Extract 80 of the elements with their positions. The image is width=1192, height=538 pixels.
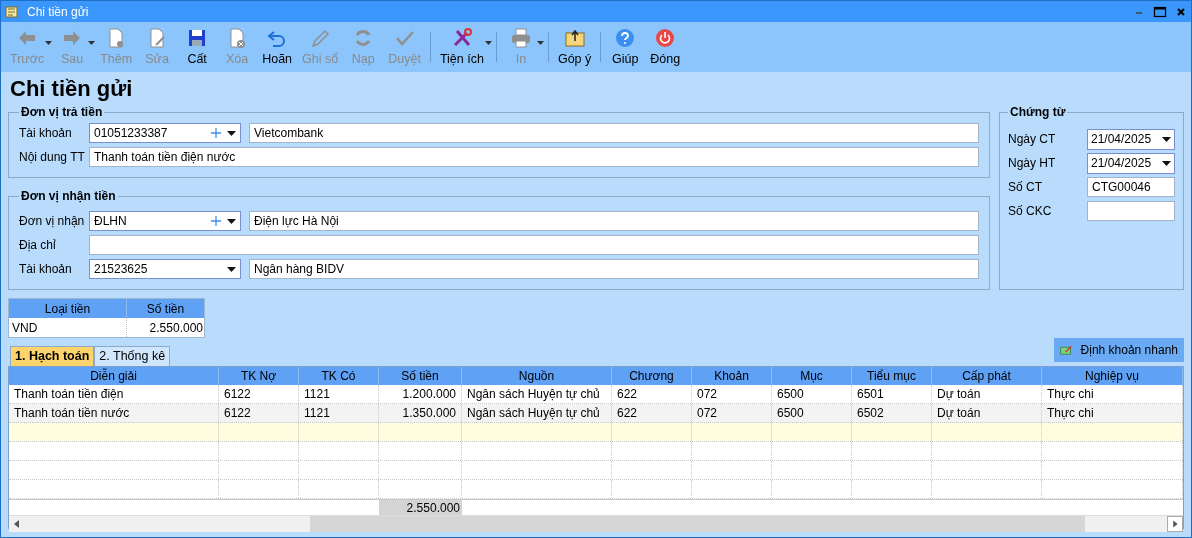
date-picker[interactable]: 21/04/2025 [1087, 152, 1175, 174]
group-title: Đơn vị nhận tiền [20, 188, 117, 205]
pencil-icon [309, 27, 332, 49]
toolbar-button[interactable]: Hoãn [257, 25, 298, 69]
text-field[interactable]: CTG00046 [1087, 177, 1175, 197]
toolbar-button[interactable]: Đóng [645, 25, 686, 69]
dropdown-caret-icon[interactable] [227, 218, 236, 224]
toolbar-button[interactable]: Tiện ích [434, 25, 489, 69]
group-title: Đơn vị trả tiền [20, 104, 104, 121]
dropdown-caret-icon[interactable] [1162, 136, 1171, 142]
table-cell: 622 [612, 385, 692, 403]
scrollbar-thumb[interactable] [310, 516, 1085, 532]
table-cell: Thanh toán tiền nước [9, 404, 219, 422]
table-cell: Ngân sách Huyện tự chủ [462, 385, 612, 403]
column-header: Loại tiền [9, 299, 127, 318]
field-label: Số CT [1008, 179, 1043, 196]
app-icon [5, 4, 19, 19]
dropdown-caret-icon[interactable] [1162, 160, 1171, 166]
date-picker[interactable]: 21/04/2025 [1087, 128, 1175, 150]
field-label: Tài khoản [19, 261, 73, 278]
table-cell: 1.350.000 [379, 404, 462, 422]
account-combo[interactable]: 01051233387 [89, 123, 241, 143]
table-cell: 1121 [299, 385, 379, 403]
account-combo[interactable]: 21523625 [89, 259, 241, 279]
help-icon [614, 27, 637, 49]
text-field[interactable] [1087, 201, 1175, 221]
printer-icon [509, 27, 532, 49]
toolbar-button[interactable]: Cất [177, 25, 218, 69]
address-field[interactable] [89, 235, 979, 255]
table-cell: Dự toán [932, 404, 1042, 422]
table-cell: 6122 [219, 404, 299, 422]
content-field[interactable]: Thanh toán tiền điện nước [89, 147, 979, 167]
tab[interactable]: 1. Hạch toán [10, 346, 95, 366]
field-label: Ngày HT [1008, 155, 1057, 172]
add-icon[interactable] [211, 216, 221, 226]
table-cell-text: 2.550.000 [148, 319, 204, 337]
table-cell: Thanh toán tiền điện [9, 385, 219, 403]
maximize-button[interactable] [1153, 5, 1167, 18]
bank-name-field[interactable]: Vietcombank [249, 123, 979, 143]
field-label: Số CKC [1008, 203, 1053, 220]
table-cell: 6502 [852, 404, 932, 422]
field-label: Tài khoản [19, 125, 73, 142]
table-cell: Thực chi [1042, 385, 1183, 403]
window-title: Chi tiền gửi [27, 3, 90, 21]
field-label: Ngày CT [1008, 131, 1057, 148]
table-cell: Ngân sách Huyện tự chủ [462, 404, 612, 422]
table-cell: 072 [692, 404, 772, 422]
bank-name-field[interactable]: Ngân hàng BIDV [249, 259, 979, 279]
card-edit-icon [1060, 343, 1073, 357]
payee-name-field[interactable]: Điện lực Hà Nội [249, 211, 979, 231]
table-cell: VND [9, 318, 127, 337]
envelope-icon [563, 27, 586, 49]
table-cell: Thực chi [1042, 404, 1183, 422]
table-cell: 1121 [299, 404, 379, 422]
quick-entry-button[interactable]: Định khoản nhanh [1054, 338, 1184, 362]
table-cell: 6501 [852, 385, 932, 403]
power-icon [654, 27, 677, 49]
toolbar-button[interactable]: Góp ý [552, 25, 597, 69]
column-header: Số tiền [145, 300, 186, 318]
scroll-right-icon[interactable] [1167, 516, 1183, 532]
horizontal-scrollbar[interactable] [9, 515, 1183, 532]
table-cell: 6500 [772, 385, 852, 403]
table-cell: 6500 [772, 404, 852, 422]
add-icon[interactable] [211, 128, 221, 138]
dropdown-caret-icon[interactable] [227, 266, 236, 272]
close-button[interactable] [1175, 5, 1187, 18]
payee-combo[interactable]: ĐLHN [89, 211, 241, 231]
table-cell: 6122 [219, 385, 299, 403]
group-title: Chứng từ [1009, 104, 1067, 121]
table-cell: Dự toán [932, 385, 1042, 403]
dropdown-caret-icon[interactable] [484, 41, 492, 45]
page-heading: Chi tiền gửi [10, 75, 134, 103]
table-cell: 622 [612, 404, 692, 422]
dropdown-caret-icon[interactable] [227, 130, 236, 136]
toolbar-button[interactable]: Giúp [605, 25, 646, 69]
table-cell: 1.200.000 [379, 385, 462, 403]
tab[interactable]: 2. Thống kê [94, 346, 171, 366]
field-label: Địa chỉ [19, 237, 57, 254]
total-cell: 2.550.000 [379, 500, 462, 515]
table-cell: 072 [692, 385, 772, 403]
